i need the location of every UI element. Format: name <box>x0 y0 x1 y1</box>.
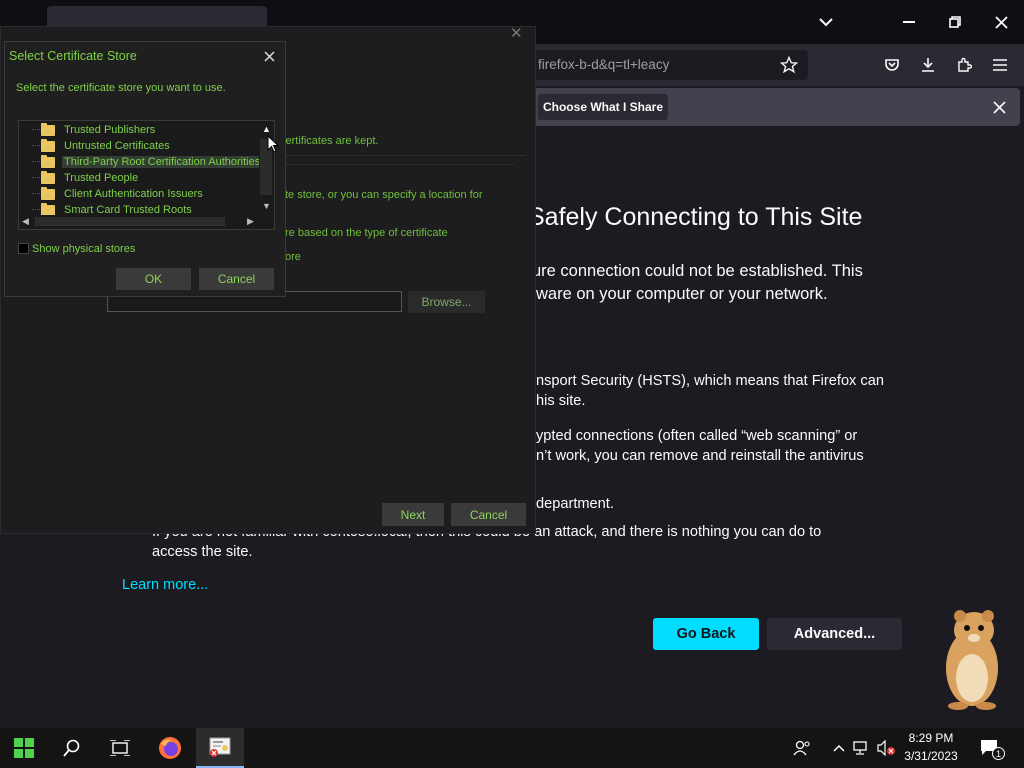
wizard-text: ore <box>285 251 301 263</box>
tab-list-chevron-icon[interactable] <box>814 10 838 34</box>
volume-muted-icon[interactable] <box>876 728 898 768</box>
url-bar[interactable]: firefox-b-d&q=tl+leacy <box>530 50 808 80</box>
folder-icon <box>41 186 55 200</box>
show-hidden-icons-chevron-icon[interactable] <box>828 728 850 768</box>
h-scrollbar-thumb[interactable] <box>35 217 225 226</box>
dialog-title: Select Certificate Store <box>9 49 137 63</box>
tree-item-selected[interactable]: Third-Party Root Certification Authoriti… <box>19 154 263 170</box>
scroll-down-icon[interactable]: ▼ <box>262 201 271 211</box>
url-text: firefox-b-d&q=tl+leacy <box>538 57 670 72</box>
wizard-cancel-button[interactable]: Cancel <box>451 503 526 526</box>
menu-hamburger-icon[interactable] <box>988 53 1012 77</box>
dialog-close-icon[interactable] <box>258 46 280 66</box>
folder-icon <box>41 170 55 184</box>
folder-icon <box>41 202 55 216</box>
certificate-store-tree[interactable]: Trusted Publishers Untrusted Certificate… <box>18 120 275 230</box>
bookmark-star-icon[interactable] <box>777 53 801 77</box>
network-icon[interactable] <box>851 728 873 768</box>
notification-count-badge: 1 <box>992 747 1005 760</box>
dialog-instruction: Select the certificate store you want to… <box>16 82 226 94</box>
wizard-close-icon[interactable]: ✕ <box>510 24 523 42</box>
close-window-button[interactable] <box>978 0 1024 44</box>
show-physical-stores-checkbox[interactable] <box>18 243 29 254</box>
error-text: ure connection could not be established.… <box>532 262 863 280</box>
choose-what-i-share-button[interactable]: Choose What I Share <box>538 94 668 120</box>
restore-button[interactable] <box>932 0 978 44</box>
scroll-left-icon[interactable]: ◀ <box>22 216 29 227</box>
firefox-taskbar-icon[interactable] <box>146 728 194 768</box>
error-text: n’t work, you can remove and reinstall t… <box>536 448 864 464</box>
error-text: nsport Security (HSTS), which means that… <box>536 373 884 389</box>
start-windows-icon[interactable] <box>0 728 48 768</box>
tree-item[interactable]: Trusted Publishers <box>19 122 157 138</box>
hamster-sticker-image <box>930 606 1010 712</box>
notification-close-icon[interactable] <box>988 96 1010 118</box>
clock-date[interactable]: 3/31/2023 <box>900 749 962 763</box>
scroll-up-icon[interactable]: ▲ <box>262 124 271 134</box>
wizard-text: certificates are kept. <box>280 135 379 147</box>
task-view-icon[interactable] <box>96 728 144 768</box>
downloads-icon[interactable] <box>916 53 940 77</box>
mouse-cursor-icon <box>267 134 280 158</box>
folder-icon <box>41 138 55 152</box>
clock-time[interactable]: 8:29 PM <box>900 731 962 745</box>
folder-icon <box>41 154 55 168</box>
pocket-icon[interactable] <box>880 53 904 77</box>
scroll-right-icon[interactable]: ▶ <box>247 216 254 227</box>
dialog-cancel-button[interactable]: Cancel <box>199 268 274 290</box>
go-back-button[interactable]: Go Back <box>653 618 759 650</box>
wizard-text: re based on the type of certificate <box>285 227 448 239</box>
wizard-divider <box>280 164 514 165</box>
extensions-icon[interactable] <box>952 53 976 77</box>
tree-item[interactable]: Trusted People <box>19 170 140 186</box>
next-button[interactable]: Next <box>382 503 444 526</box>
learn-more-link[interactable]: Learn more... <box>122 577 208 593</box>
search-icon[interactable] <box>48 728 96 768</box>
minimize-button[interactable] <box>886 0 932 44</box>
folder-icon <box>41 122 55 136</box>
tree-item[interactable]: Client Authentication Issuers <box>19 186 205 202</box>
show-physical-stores-label: Show physical stores <box>32 243 136 255</box>
error-title: Safely Connecting to This Site <box>528 203 863 231</box>
wizard-text: te store, or you can specify a location … <box>285 189 483 201</box>
ok-button[interactable]: OK <box>116 268 191 290</box>
error-text: department. <box>536 496 614 512</box>
people-icon[interactable] <box>790 728 814 768</box>
certificate-manager-taskbar-icon[interactable] <box>196 728 244 768</box>
error-text: his site. <box>536 393 586 409</box>
tree-item[interactable]: Untrusted Certificates <box>19 138 172 154</box>
error-text: ware on your computer or your network. <box>536 285 828 303</box>
error-text: access the site. <box>152 544 253 560</box>
browse-button[interactable]: Browse... <box>408 291 485 313</box>
advanced-button[interactable]: Advanced... <box>767 618 902 650</box>
error-text: ypted connections (often called “web sca… <box>536 428 858 444</box>
horizontal-scrollbar[interactable]: ◀ ▶ <box>19 215 259 229</box>
